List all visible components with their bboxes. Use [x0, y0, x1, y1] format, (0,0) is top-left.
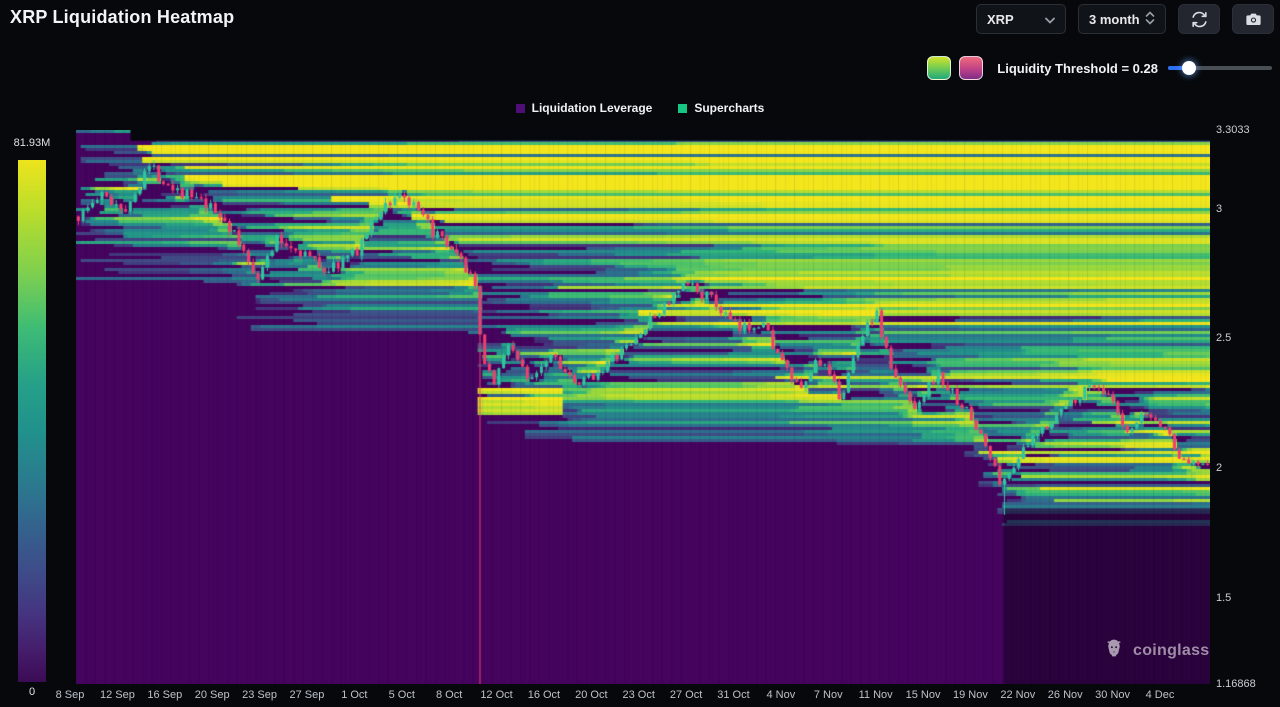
symbol-select-value: XRP	[987, 12, 1014, 27]
date-tick: 23 Sep	[242, 689, 277, 701]
date-tick: 26 Nov	[1048, 689, 1083, 701]
price-tick: 2.5	[1216, 332, 1231, 344]
liquidation-heatmap-canvas[interactable]	[76, 130, 1210, 684]
legend-label: Supercharts	[694, 101, 764, 115]
toolbar: XRP 3 month	[976, 4, 1274, 34]
refresh-icon	[1190, 10, 1209, 29]
date-tick: 31 Oct	[717, 689, 749, 701]
price-tick: 3.3033	[1216, 124, 1250, 136]
date-tick: 30 Nov	[1095, 689, 1130, 701]
date-tick: 12 Oct	[480, 689, 512, 701]
date-tick: 16 Sep	[147, 689, 182, 701]
refresh-button[interactable]	[1178, 4, 1220, 34]
date-tick: 8 Oct	[436, 689, 462, 701]
date-tick: 20 Oct	[575, 689, 607, 701]
date-tick: 20 Sep	[195, 689, 230, 701]
chart-legend: Liquidation Leverage Supercharts	[0, 101, 1280, 115]
date-tick: 8 Sep	[56, 689, 85, 701]
palette-green-button[interactable]	[927, 56, 951, 80]
palette-pink-button[interactable]	[959, 56, 983, 80]
date-tick: 7 Nov	[814, 689, 843, 701]
colorbar-min-label: 0	[2, 686, 62, 698]
slider-thumb[interactable]	[1182, 61, 1196, 75]
legend-item-supercharts[interactable]: Supercharts	[678, 101, 764, 115]
legend-swatch-purple	[516, 104, 525, 113]
liquidity-threshold-slider[interactable]	[1168, 61, 1272, 75]
date-tick: 16 Oct	[528, 689, 560, 701]
legend-label: Liquidation Leverage	[532, 101, 653, 115]
date-tick: 1 Oct	[341, 689, 367, 701]
price-tick: 1.16868	[1216, 678, 1256, 690]
screenshot-button[interactable]	[1232, 4, 1274, 34]
liquidity-threshold-label: Liquidity Threshold = 0.28	[997, 61, 1158, 76]
colorbar-max-label: 81.93M	[2, 137, 62, 149]
symbol-select[interactable]: XRP	[976, 4, 1066, 34]
date-tick: 4 Nov	[766, 689, 795, 701]
page-title: XRP Liquidation Heatmap	[10, 7, 234, 28]
legend-swatch-green	[678, 104, 687, 113]
app-root: XRP Liquidation Heatmap XRP 3 month	[0, 0, 1280, 707]
chevron-down-icon	[1045, 12, 1055, 27]
chevron-updown-icon	[1145, 11, 1155, 28]
price-tick: 1.5	[1216, 592, 1231, 604]
legend-item-liquidation-leverage[interactable]: Liquidation Leverage	[516, 101, 653, 115]
date-tick: 11 Nov	[859, 689, 893, 701]
price-tick: 3	[1216, 203, 1222, 215]
date-tick: 22 Nov	[1000, 689, 1035, 701]
date-tick: 23 Oct	[622, 689, 654, 701]
date-tick: 27 Sep	[290, 689, 325, 701]
camera-icon	[1244, 10, 1263, 29]
date-tick: 15 Nov	[906, 689, 941, 701]
date-tick: 12 Sep	[100, 689, 135, 701]
range-select[interactable]: 3 month	[1078, 4, 1166, 34]
date-tick: 4 Dec	[1146, 689, 1175, 701]
threshold-controls: Liquidity Threshold = 0.28	[919, 56, 1272, 80]
date-tick: 19 Nov	[953, 689, 988, 701]
colorbar-gradient	[18, 160, 46, 682]
date-tick: 5 Oct	[389, 689, 415, 701]
price-tick: 2	[1216, 462, 1222, 474]
range-select-value: 3 month	[1089, 12, 1140, 27]
date-tick: 27 Oct	[670, 689, 702, 701]
